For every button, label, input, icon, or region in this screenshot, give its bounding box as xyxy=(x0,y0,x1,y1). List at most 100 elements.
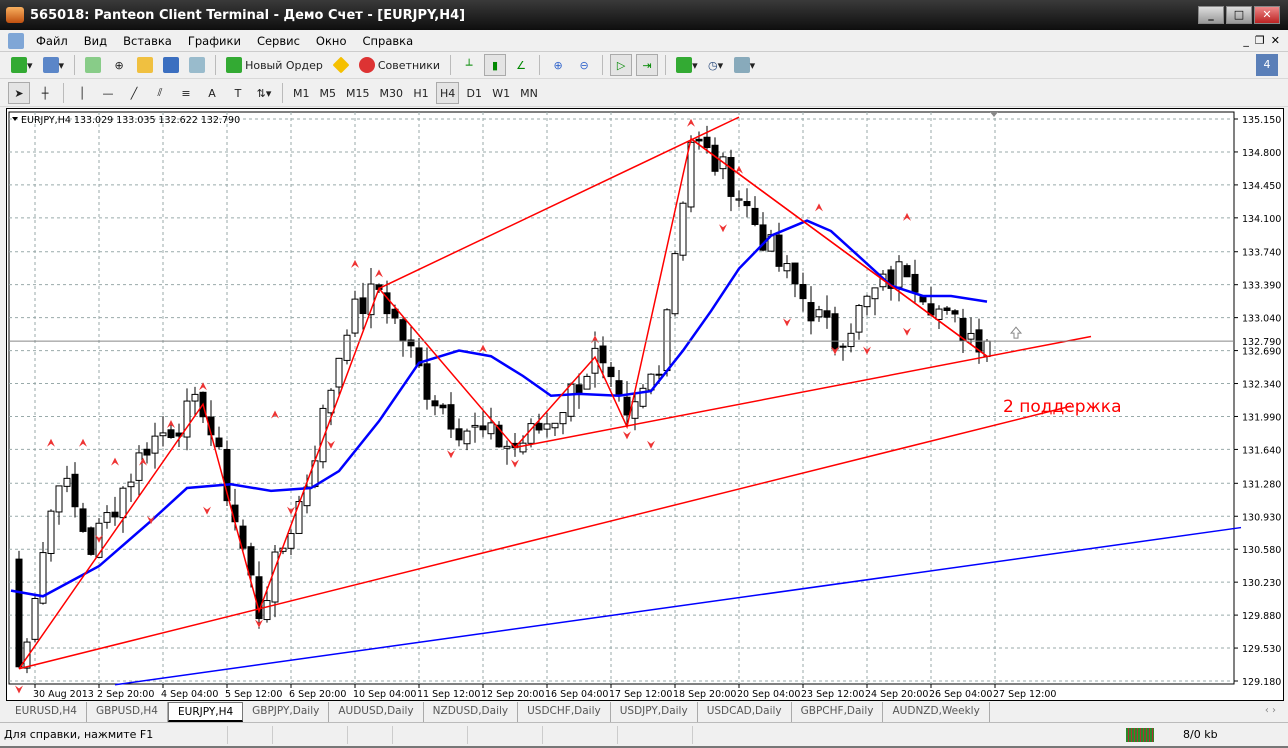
navigator-button[interactable] xyxy=(134,54,156,76)
candle xyxy=(431,400,439,407)
x-tick-label: 20 Sep 04:00 xyxy=(737,689,800,700)
market-watch-button[interactable] xyxy=(82,54,104,76)
periods-button[interactable]: ◷ ▾ xyxy=(705,54,727,76)
menu-bar: Файл Вид Вставка Графики Сервис Окно Спр… xyxy=(0,30,1288,52)
bar-chart-icon: ┴ xyxy=(465,58,473,72)
arrows-button[interactable]: ⇅▾ xyxy=(253,82,275,104)
text-label-icon: T xyxy=(234,86,242,100)
menu-insert[interactable]: Вставка xyxy=(115,34,180,48)
candle xyxy=(143,448,151,456)
data-window-button[interactable]: ⊕ xyxy=(108,54,130,76)
terminal-button[interactable] xyxy=(160,54,182,76)
y-tick-label: 130.580 xyxy=(1242,545,1281,556)
candle xyxy=(951,310,959,315)
candle xyxy=(479,425,487,431)
tester-button[interactable] xyxy=(186,54,208,76)
candle xyxy=(399,319,407,342)
candle xyxy=(447,404,455,430)
minimize-button[interactable]: _ xyxy=(1198,6,1224,24)
tf-m15[interactable]: M15 xyxy=(343,82,373,104)
zoom-out-button[interactable]: ⊖ xyxy=(573,54,595,76)
tf-m5[interactable]: M5 xyxy=(317,82,340,104)
mdi-minimize-button[interactable]: _ xyxy=(1243,34,1249,47)
menu-view[interactable]: Вид xyxy=(76,34,115,48)
candle xyxy=(695,138,703,142)
candle xyxy=(471,424,479,428)
profiles-button[interactable]: ▾ xyxy=(40,54,68,76)
candle xyxy=(567,383,575,417)
candle xyxy=(735,198,743,201)
tab-gbpjpy-daily[interactable]: GBPJPY,Daily xyxy=(243,702,330,722)
connection-status-icon xyxy=(1126,728,1154,742)
equidistant-channel-button[interactable]: ⫽ xyxy=(149,82,171,104)
maximize-button[interactable]: □ xyxy=(1226,6,1252,24)
candle xyxy=(111,511,119,518)
tf-m30[interactable]: M30 xyxy=(377,82,407,104)
tab-eurjpy-h4[interactable]: EURJPY,H4 xyxy=(168,702,244,722)
y-tick-label: 130.930 xyxy=(1242,512,1281,523)
tf-d1[interactable]: D1 xyxy=(463,82,485,104)
templates-button[interactable]: ▾ xyxy=(731,54,759,76)
tf-h1[interactable]: H1 xyxy=(410,82,432,104)
menu-window[interactable]: Окно xyxy=(308,34,355,48)
new-order-button[interactable]: Новый Ордер xyxy=(223,54,326,76)
chart-shift-button[interactable]: ⇥ xyxy=(636,54,659,76)
new-chart-button[interactable]: ▾ xyxy=(8,54,36,76)
cursor-icon: ➤ xyxy=(14,86,24,100)
menu-charts[interactable]: Графики xyxy=(180,34,249,48)
tab-scroll-buttons[interactable]: ‹ › xyxy=(1265,705,1276,716)
tf-mn[interactable]: MN xyxy=(517,82,541,104)
candle xyxy=(423,363,431,400)
candle xyxy=(343,334,351,361)
menu-file[interactable]: Файл xyxy=(28,34,76,48)
text-button[interactable]: A xyxy=(201,82,223,104)
title-bar: 565018: Panteon Client Terminal - Демо С… xyxy=(0,0,1288,30)
autoscroll-button[interactable]: ▷ xyxy=(610,54,633,76)
tab-audnzd-weekly[interactable]: AUDNZD,Weekly xyxy=(883,702,990,722)
indicators-button[interactable]: ▾ xyxy=(673,54,701,76)
fibonacci-icon: ≡ xyxy=(181,86,191,100)
messages-icon[interactable]: 4 xyxy=(1256,54,1278,76)
line-chart-button[interactable]: ∠ xyxy=(510,54,532,76)
tab-usdjpy-daily[interactable]: USDJPY,Daily xyxy=(611,702,698,722)
candle xyxy=(823,310,831,318)
zoom-in-button[interactable]: ⊕ xyxy=(547,54,569,76)
cursor-button[interactable]: ➤ xyxy=(8,82,30,104)
tf-m1[interactable]: M1 xyxy=(290,82,313,104)
x-tick-label: 10 Sep 04:00 xyxy=(353,689,416,700)
crosshair-button[interactable]: ┼ xyxy=(34,82,56,104)
y-tick-label: 134.100 xyxy=(1242,214,1281,225)
tab-usdchf-daily[interactable]: USDCHF,Daily xyxy=(518,702,611,722)
tf-h4[interactable]: H4 xyxy=(436,82,460,104)
tab-gbpchf-daily[interactable]: GBPCHF,Daily xyxy=(792,702,884,722)
line-studies-toolbar: ➤ ┼ │ — ╱ ⫽ ≡ A T ⇅▾ M1 M5 M15 M30 H1 H4… xyxy=(0,80,1288,107)
y-tick-label: 129.180 xyxy=(1242,677,1281,688)
candle xyxy=(487,422,495,435)
tab-usdcad-daily[interactable]: USDCAD,Daily xyxy=(698,702,792,722)
tab-gbpusd-h4[interactable]: GBPUSD,H4 xyxy=(87,702,168,722)
trendline-button[interactable]: ╱ xyxy=(123,82,145,104)
tab-audusd-daily[interactable]: AUDUSD,Daily xyxy=(329,702,424,722)
horizontal-line-button[interactable]: — xyxy=(97,82,119,104)
chart-window[interactable]: 135.150 134.800 134.450 134.100 133.740 133.3… xyxy=(6,108,1284,701)
tf-w1[interactable]: W1 xyxy=(489,82,513,104)
mdi-restore-button[interactable]: ❐ xyxy=(1255,34,1265,47)
tab-eurusd-h4[interactable]: EURUSD,H4 xyxy=(6,702,87,722)
vertical-line-button[interactable]: │ xyxy=(71,82,93,104)
menu-tools[interactable]: Сервис xyxy=(249,34,308,48)
menu-help[interactable]: Справка xyxy=(354,34,421,48)
clock-icon: ◷ xyxy=(708,58,718,72)
candlestick-button[interactable]: ▮ xyxy=(484,54,507,76)
mdi-close-button[interactable]: ✕ xyxy=(1271,34,1280,47)
advisors-button[interactable]: Советники xyxy=(356,54,443,76)
bar-chart-button[interactable]: ┴ xyxy=(458,54,480,76)
tester-icon xyxy=(189,57,206,73)
price-chart[interactable]: 135.150 134.800 134.450 134.100 133.740 133.3… xyxy=(7,109,1283,700)
x-tick-label: 23 Sep 12:00 xyxy=(801,689,864,700)
candle xyxy=(903,265,911,278)
text-label-button[interactable]: T xyxy=(227,82,249,104)
tab-nzdusd-daily[interactable]: NZDUSD,Daily xyxy=(424,702,519,722)
alert-button[interactable] xyxy=(330,54,352,76)
fibonacci-button[interactable]: ≡ xyxy=(175,82,197,104)
close-button[interactable]: ✕ xyxy=(1254,6,1280,24)
